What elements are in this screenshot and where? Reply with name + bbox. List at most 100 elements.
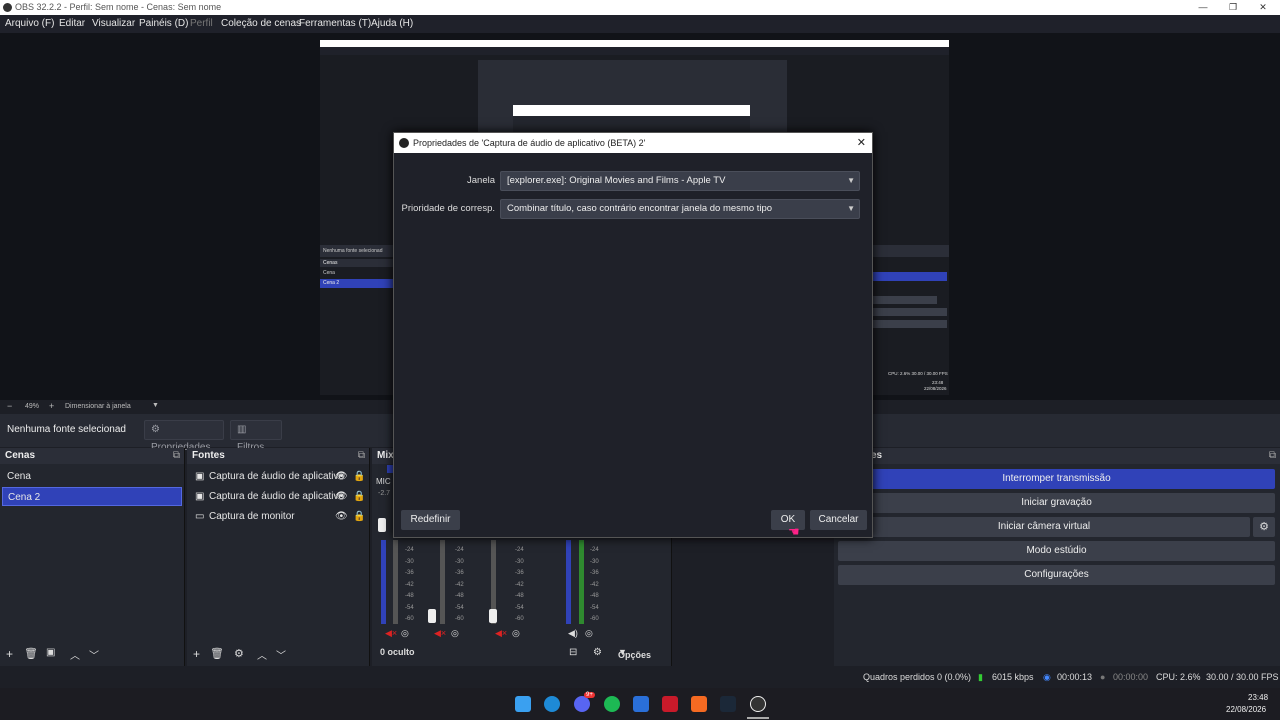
filter-icon: ▥ xyxy=(237,424,247,435)
properties-button[interactable]: ⚙ Propriedades xyxy=(144,420,224,453)
clock-time: 23:48 xyxy=(1248,693,1269,702)
controls-header: es ⧉ xyxy=(834,448,1280,464)
nested-stats: CPU: 2.6% 30.00 / 30.00 FPS xyxy=(888,371,948,376)
source-item[interactable]: ▣ Captura de áudio de aplicativo 👁 🔒 xyxy=(189,467,365,486)
lock-icon[interactable]: 🔒 xyxy=(353,467,365,486)
remove-scene-button[interactable]: 🗑 xyxy=(24,647,38,660)
menu-ajuda[interactable]: Ajuda (H) xyxy=(371,18,413,29)
zoom-level: 49% xyxy=(25,403,40,410)
crunchyroll-icon[interactable] xyxy=(691,696,707,712)
remove-source-button[interactable]: 🗑 xyxy=(210,647,224,660)
menu-colecao-cenas[interactable]: Coleção de cenas xyxy=(221,18,301,29)
streaming-icon: ◉ xyxy=(1043,672,1051,682)
headphones-icon[interactable]: ◎ xyxy=(401,628,409,639)
maximize-button[interactable]: ❐ xyxy=(1218,0,1248,15)
move-down-button[interactable]: ﹀ xyxy=(89,647,99,662)
monitor-icon: ▭ xyxy=(195,511,205,522)
edge-icon[interactable] xyxy=(544,696,560,712)
window-select[interactable]: [explorer.exe]: Original Movies and Film… xyxy=(500,171,860,191)
priority-value: Combinar título, caso contrário encontra… xyxy=(507,203,773,214)
headphones-icon[interactable]: ◎ xyxy=(512,628,520,639)
source-item[interactable]: ▭ Captura de monitor 👁 🔒 xyxy=(189,507,365,526)
steam-icon[interactable] xyxy=(720,696,736,712)
chevron-down-icon[interactable]: ▼ xyxy=(152,402,159,409)
filters-button[interactable]: ▥ Filtros xyxy=(230,420,282,453)
dropped-frames: Quadros perdidos 0 (0.0%) xyxy=(863,672,972,682)
muted-speaker-icon[interactable]: ◀× xyxy=(434,628,446,639)
nested-control-active xyxy=(873,272,947,281)
priority-select[interactable]: Combinar título, caso contrário encontra… xyxy=(500,199,860,219)
add-source-button[interactable]: + xyxy=(193,647,200,661)
stop-streaming-button[interactable]: Interromper transmissão xyxy=(838,469,1275,489)
amd-icon[interactable] xyxy=(662,696,678,712)
menu-paineis[interactable]: Painéis (D) xyxy=(139,18,188,29)
muted-speaker-icon[interactable]: ◀× xyxy=(495,628,507,639)
sources-dock: Fontes ⧉ ▣ Captura de áudio de aplicativo… xyxy=(187,448,370,666)
reset-button[interactable]: Redefinir xyxy=(401,510,460,530)
db-scale: -24 -30 -36 -42 -48 -54 -60 xyxy=(590,547,599,622)
speaker-icon[interactable]: ◀) xyxy=(568,628,578,639)
float-icon[interactable]: ⧉ xyxy=(173,448,180,464)
settings-button[interactable]: Configurações xyxy=(838,565,1275,585)
windows-start-icon[interactable] xyxy=(515,696,531,712)
virtual-camera-settings-gear-icon[interactable]: ⚙ xyxy=(1253,517,1275,537)
scene-item-selected[interactable]: Cena 2 xyxy=(2,487,182,506)
battle-net-icon[interactable] xyxy=(633,696,649,712)
add-scene-button[interactable]: + xyxy=(6,647,13,661)
dialog-close-icon[interactable]: ✕ xyxy=(857,133,866,153)
start-recording-button[interactable]: Iniciar gravação xyxy=(838,493,1275,513)
signal-icon: ▮ xyxy=(978,672,983,682)
minimize-button[interactable]: — xyxy=(1188,0,1218,15)
zoom-out-button[interactable]: − xyxy=(7,401,12,411)
obs-taskbar-icon[interactable] xyxy=(750,696,766,712)
close-button[interactable]: ✕ xyxy=(1248,0,1278,15)
headphones-icon[interactable]: ◎ xyxy=(585,628,593,639)
menu-arquivo[interactable]: Arquivo (F) xyxy=(5,18,54,29)
float-icon[interactable]: ⧉ xyxy=(1269,448,1276,464)
options-button[interactable]: Opções ▼ xyxy=(618,647,651,660)
lock-icon[interactable]: 🔒 xyxy=(353,487,365,506)
lock-icon[interactable]: 🔒 xyxy=(353,507,365,526)
zoom-in-button[interactable]: + xyxy=(49,401,54,411)
float-icon[interactable]: ⧉ xyxy=(358,448,365,464)
scale-mode-select[interactable]: Dimensionar à janela xyxy=(65,403,131,410)
mixer-layout-button[interactable]: ⊟ xyxy=(569,647,577,658)
hidden-count: 0 oculto xyxy=(380,647,415,657)
mixer-db-value: -2.7 xyxy=(378,490,391,497)
mixer-settings-icon[interactable]: ⚙ xyxy=(593,647,602,658)
start-virtual-camera-button[interactable]: Iniciar câmera virtual xyxy=(838,517,1250,537)
scenes-footer: + 🗑 ▣ ︿ ﹀ xyxy=(0,644,184,666)
menu-editar[interactable]: Editar xyxy=(59,18,85,29)
source-item[interactable]: ▣ Captura de áudio de aplicativo 👁 🔒 xyxy=(189,487,365,506)
nested-time: 23:48 xyxy=(932,380,944,385)
spotify-icon[interactable] xyxy=(604,696,620,712)
menu-perfil[interactable]: Perfil xyxy=(190,18,213,29)
scene-item[interactable]: Cena xyxy=(2,467,182,486)
discord-badge: 9+ xyxy=(584,692,595,698)
volume-slider-handle[interactable] xyxy=(378,518,386,532)
volume-meter-active xyxy=(579,540,584,624)
sources-title: Fontes xyxy=(192,450,225,461)
eye-icon[interactable]: 👁 xyxy=(335,507,348,526)
move-up-button[interactable]: ︿ xyxy=(70,647,80,662)
nested-control xyxy=(873,320,947,328)
scenes-dock: Cenas ⧉ Cena Cena 2 + 🗑 ▣ ︿ ﹀ xyxy=(0,448,185,666)
eye-icon[interactable]: 👁 xyxy=(335,467,348,486)
eye-icon[interactable]: 👁 xyxy=(335,487,348,506)
source-properties-button[interactable]: ⚙ xyxy=(234,647,244,660)
window-label: Janela xyxy=(467,175,495,186)
discord-icon[interactable] xyxy=(574,696,590,712)
menu-ferramentas[interactable]: Ferramentas (T) xyxy=(299,18,371,29)
move-down-button[interactable]: ﹀ xyxy=(276,647,286,662)
mixer-footer: 0 oculto ⊟ ⚙ Opções ▼ xyxy=(372,644,671,666)
studio-mode-button[interactable]: Modo estúdio xyxy=(838,541,1275,561)
scene-filters-button[interactable]: ▣ xyxy=(46,647,55,658)
volume-slider-handle[interactable] xyxy=(428,609,436,623)
muted-speaker-icon[interactable]: ◀× xyxy=(385,628,397,639)
volume-slider-handle[interactable] xyxy=(489,609,497,623)
menu-visualizar[interactable]: Visualizar xyxy=(92,18,135,29)
cancel-button[interactable]: Cancelar xyxy=(810,510,867,530)
move-up-button[interactable]: ︿ xyxy=(257,647,267,662)
headphones-icon[interactable]: ◎ xyxy=(451,628,459,639)
mixer-title: Mix xyxy=(377,450,394,461)
